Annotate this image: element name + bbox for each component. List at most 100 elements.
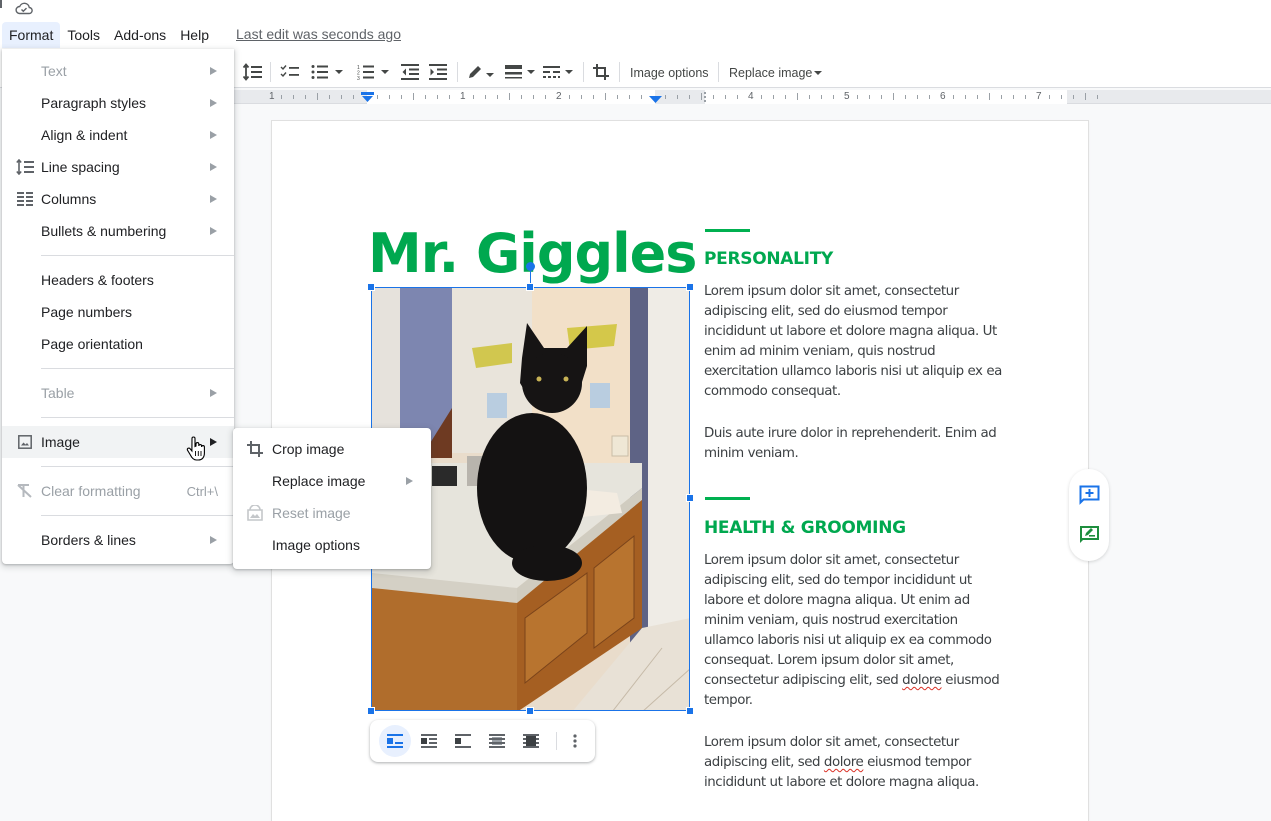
resize-handle-bottom-right[interactable] — [686, 707, 694, 715]
increase-indent-button[interactable] — [429, 62, 447, 82]
menu-item-align-indent[interactable]: Align & indent — [2, 119, 234, 151]
menu-item-paragraph-styles[interactable]: Paragraph styles — [2, 87, 234, 119]
caret-down-icon[interactable] — [335, 70, 343, 74]
reset-image-icon — [245, 503, 265, 523]
misspelled-word[interactable]: dolore — [824, 755, 864, 770]
submenu-arrow-icon — [210, 389, 217, 397]
menu-item-columns[interactable]: Columns — [2, 183, 234, 215]
svg-text:3: 3 — [357, 76, 360, 80]
ruler-tick — [953, 95, 954, 99]
resize-handle-top-right[interactable] — [686, 283, 694, 291]
resize-handle-right[interactable] — [686, 494, 694, 502]
resize-handle-bottom[interactable] — [526, 707, 534, 715]
bulleted-list-button[interactable] — [311, 62, 343, 82]
menu-item-borders-lines[interactable]: Borders & lines — [2, 524, 234, 556]
decrease-indent-button[interactable] — [401, 62, 419, 82]
add-comment-icon[interactable] — [1079, 485, 1100, 505]
checklist-icon — [280, 65, 299, 78]
submenu-item-image-options[interactable]: Image options — [233, 529, 431, 561]
paragraph[interactable]: Lorem ipsum dolor sit amet, consectetur … — [704, 282, 1004, 402]
submenu-item-crop-image[interactable]: Crop image — [233, 433, 431, 465]
break-text-button[interactable] — [447, 725, 479, 757]
more-options-button[interactable] — [559, 725, 591, 757]
menu-item-label: Line spacing — [41, 159, 120, 175]
ruler-tick — [725, 95, 726, 99]
checklist-button[interactable] — [280, 62, 300, 82]
resize-handle-top-left[interactable] — [367, 283, 375, 291]
menu-item-page-orientation[interactable]: Page orientation — [2, 328, 234, 360]
menu-item-clear-formatting[interactable]: Clear formatting Ctrl+\ — [2, 475, 234, 507]
behind-text-button[interactable] — [481, 725, 513, 757]
format-menu: Text Paragraph styles Align & indent Lin… — [2, 49, 234, 564]
left-indent-marker[interactable] — [361, 92, 374, 103]
ruler-tick — [701, 93, 702, 100]
ruler-tick — [1073, 95, 1074, 99]
image-options-button[interactable]: Image options — [630, 63, 709, 83]
crop-button[interactable] — [593, 62, 609, 82]
menu-help[interactable]: Help — [173, 22, 216, 48]
menu-item-label: Borders & lines — [41, 532, 136, 548]
border-color-button[interactable] — [467, 62, 494, 82]
right-indent-marker[interactable] — [649, 94, 662, 103]
border-weight-button[interactable] — [505, 62, 535, 82]
section-heading-personality[interactable]: PERSONALITY — [704, 249, 833, 269]
ruler-tick — [473, 95, 474, 99]
document-title[interactable]: Mr. Giggles — [368, 222, 697, 286]
border-dash-button[interactable] — [543, 62, 573, 82]
caret-down-icon[interactable] — [486, 73, 494, 77]
ruler-label: 1 — [460, 91, 466, 102]
ruler-column-gap — [655, 90, 705, 104]
menu-item-bullets-numbering[interactable]: Bullets & numbering — [2, 215, 234, 247]
ruler-label: 1 — [269, 91, 275, 102]
menu-item-table[interactable]: Table — [2, 377, 234, 409]
rotate-handle[interactable] — [526, 262, 535, 271]
crop-icon — [245, 439, 265, 459]
replace-image-button[interactable]: Replace image — [729, 63, 823, 83]
in-front-of-text-button[interactable] — [515, 725, 547, 757]
resize-handle-bottom-left[interactable] — [367, 707, 375, 715]
menu-format[interactable]: Format — [2, 22, 61, 48]
menu-add-ons[interactable]: Add-ons — [107, 22, 173, 48]
menu-item-page-numbers[interactable]: Page numbers — [2, 296, 234, 328]
caret-down-icon[interactable] — [565, 70, 573, 74]
menu-item-headers-footers[interactable]: Headers & footers — [2, 264, 234, 296]
paragraph[interactable]: Duis aute irure dolor in reprehenderit. … — [704, 424, 1004, 464]
caret-down-icon — [814, 71, 823, 75]
ruler-tick — [449, 95, 450, 99]
caret-down-icon[interactable] — [381, 70, 389, 74]
menu-item-label: Text — [41, 63, 67, 79]
submenu-item-reset-image[interactable]: Reset image — [233, 497, 431, 529]
resize-handle-top[interactable] — [526, 283, 534, 291]
cloud-saved-icon[interactable] — [15, 1, 33, 15]
numbered-list-button[interactable]: 123 — [357, 62, 389, 82]
section-heading-health-grooming[interactable]: HEALTH & GROOMING — [704, 518, 906, 538]
submenu-item-replace-image[interactable]: Replace image — [233, 465, 431, 497]
menu-item-label: Clear formatting — [41, 483, 141, 499]
ruler-tick — [1025, 95, 1026, 99]
menu-bar: Format Tools Add-ons Help — [2, 22, 216, 48]
ruler-tick — [581, 95, 582, 99]
menu-item-label: Table — [41, 385, 75, 401]
ruler-tick — [569, 95, 570, 99]
paragraph[interactable]: Lorem ipsum dolor sit amet, consectetur … — [704, 733, 1004, 793]
paragraph[interactable]: Lorem ipsum dolor sit amet, consectetur … — [704, 551, 1004, 711]
line-spacing-button[interactable] — [243, 62, 263, 82]
menu-item-line-spacing[interactable]: Line spacing — [2, 151, 234, 183]
last-edit-link[interactable]: Last edit was seconds ago — [236, 26, 401, 42]
wrap-inline-button[interactable] — [379, 725, 411, 757]
wrap-text-button[interactable] — [413, 725, 445, 757]
ruler[interactable]: 1 1 2 4 5 6 7 — [234, 90, 1271, 104]
caret-down-icon[interactable] — [527, 70, 535, 74]
image-icon — [16, 433, 34, 451]
ruler-tick — [713, 95, 714, 99]
ruler-label: 4 — [748, 91, 754, 102]
menu-tools[interactable]: Tools — [60, 22, 107, 48]
hand-pointer-cursor — [186, 436, 205, 461]
ruler-tick — [1049, 95, 1050, 99]
menu-item-text[interactable]: Text — [2, 55, 234, 87]
misspelled-word[interactable]: dolore — [902, 673, 942, 688]
column-handle[interactable] — [703, 91, 707, 103]
ruler-tick — [1013, 95, 1014, 99]
ruler-tick — [317, 93, 318, 100]
suggest-edits-icon[interactable] — [1079, 525, 1100, 545]
